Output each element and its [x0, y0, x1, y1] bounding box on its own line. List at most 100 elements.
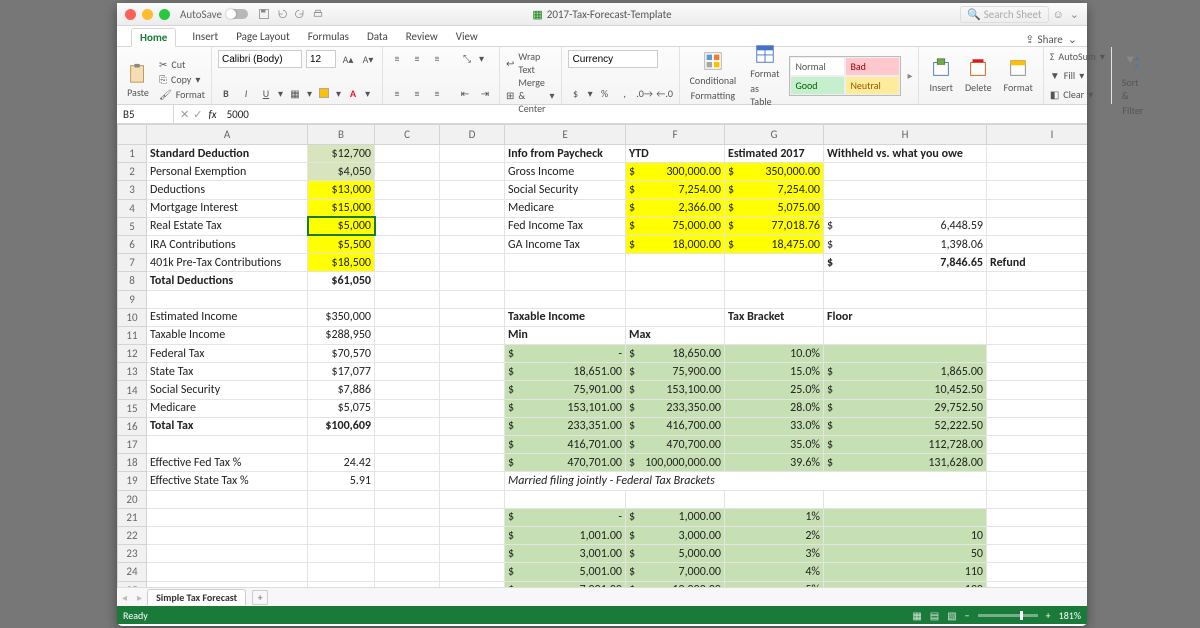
cell-B15[interactable]: $5,075	[308, 399, 375, 417]
cell-E20[interactable]	[505, 490, 626, 508]
search-sheet[interactable]: 🔍 Search Sheet	[960, 6, 1049, 23]
cell-E1[interactable]: Info from Paycheck	[505, 145, 626, 163]
share-button[interactable]: ⇪Share⌄	[1025, 33, 1077, 46]
cell-G13[interactable]: 15.0%	[725, 363, 824, 381]
cell-G11[interactable]	[725, 326, 824, 344]
cell-F3[interactable]: $7,254.00	[626, 181, 725, 199]
align-middle-icon[interactable]: ≡	[409, 50, 425, 66]
row-header-17[interactable]: 17	[118, 436, 147, 454]
cell-A12[interactable]: Federal Tax	[147, 345, 308, 363]
cell-D1[interactable]	[440, 145, 505, 163]
tab-view[interactable]: View	[454, 27, 480, 46]
cell-B24[interactable]	[308, 563, 375, 581]
cell-H22[interactable]: 10	[824, 526, 987, 544]
cell-E4[interactable]: Medicare	[505, 199, 626, 217]
cell-I24[interactable]	[987, 563, 1088, 581]
cell-E24[interactable]: $5,001.00	[505, 563, 626, 581]
feedback-icon[interactable]: ☺	[1053, 8, 1064, 21]
cell-B17[interactable]	[308, 436, 375, 454]
cell-F6[interactable]: $18,000.00	[626, 235, 725, 253]
copy-button[interactable]: ⎘Copy▾	[159, 73, 205, 86]
bold-button[interactable]: B	[218, 85, 234, 101]
cell-G7[interactable]	[725, 254, 824, 272]
cell-A11[interactable]: Taxable Income	[147, 326, 308, 344]
cell-H12[interactable]	[824, 345, 987, 363]
cell-H8[interactable]	[824, 272, 987, 290]
cell-H15[interactable]: $29,752.50	[824, 399, 987, 417]
row-header-13[interactable]: 13	[118, 363, 147, 381]
cell-F23[interactable]: $5,000.00	[626, 545, 725, 563]
sort-filter-button[interactable]: AZ Sort &Filter	[1118, 50, 1148, 119]
cell-F12[interactable]: $18,650.00	[626, 345, 725, 363]
cell-G17[interactable]: 35.0%	[725, 436, 824, 454]
cell-D18[interactable]	[440, 454, 505, 472]
select-all-corner[interactable]	[118, 125, 147, 145]
cell-E18[interactable]: $470,701.00	[505, 454, 626, 472]
row-header-10[interactable]: 10	[118, 308, 147, 326]
tab-review[interactable]: Review	[404, 27, 440, 46]
row-header-16[interactable]: 16	[118, 417, 147, 435]
cell-A16[interactable]: Total Tax	[147, 417, 308, 435]
window-close[interactable]	[125, 9, 136, 20]
cell-G3[interactable]: $7,254.00	[725, 181, 824, 199]
format-cells-button[interactable]: Format	[1000, 55, 1037, 96]
cancel-formula-icon[interactable]: ✕	[180, 108, 189, 121]
cell-C25[interactable]	[375, 581, 440, 587]
border-button[interactable]: ▦	[287, 85, 303, 101]
cell-C13[interactable]	[375, 363, 440, 381]
cell-F25[interactable]: $10,000.00	[626, 581, 725, 587]
cell-B14[interactable]: $7,886	[308, 381, 375, 399]
cell-A21[interactable]	[147, 508, 308, 526]
tab-formulas[interactable]: Formulas	[306, 27, 351, 46]
cell-E21[interactable]: $-	[505, 508, 626, 526]
cell-C17[interactable]	[375, 436, 440, 454]
cell-C24[interactable]	[375, 563, 440, 581]
cell-G8[interactable]	[725, 272, 824, 290]
cell-C3[interactable]	[375, 181, 440, 199]
cell-A6[interactable]: IRA Contributions	[147, 235, 308, 253]
cell-B1[interactable]: $12,700	[308, 145, 375, 163]
row-header-7[interactable]: 7	[118, 254, 147, 272]
cell-C19[interactable]	[375, 472, 440, 490]
cell-I10[interactable]	[987, 308, 1088, 326]
name-box[interactable]: B5	[117, 105, 174, 123]
zoom-in-button[interactable]: +	[1046, 609, 1051, 622]
cell-F24[interactable]: $7,000.00	[626, 563, 725, 581]
cell-C11[interactable]	[375, 326, 440, 344]
cell-D3[interactable]	[440, 181, 505, 199]
cell-I18[interactable]	[987, 454, 1088, 472]
fill-color-button[interactable]	[316, 85, 332, 101]
cell-I11[interactable]	[987, 326, 1088, 344]
cell-I12[interactable]	[987, 345, 1088, 363]
cell-E9[interactable]	[505, 290, 626, 308]
cell-F8[interactable]	[626, 272, 725, 290]
fx-icon[interactable]: fx	[208, 108, 216, 121]
qat-undo-icon[interactable]	[276, 8, 288, 20]
col-header-D[interactable]: D	[440, 125, 505, 145]
cell-A3[interactable]: Deductions	[147, 181, 308, 199]
cell-C12[interactable]	[375, 345, 440, 363]
cell-F22[interactable]: $3,000.00	[626, 526, 725, 544]
cell-H6[interactable]: $1,398.06	[824, 235, 987, 253]
format-as-table-button[interactable]: Formatas Table	[746, 41, 783, 110]
cell-C14[interactable]	[375, 381, 440, 399]
cell-D21[interactable]	[440, 508, 505, 526]
row-header-4[interactable]: 4	[118, 199, 147, 217]
cell-F2[interactable]: $300,000.00	[626, 163, 725, 181]
cell-F7[interactable]	[626, 254, 725, 272]
cell-B11[interactable]: $288,950	[308, 326, 375, 344]
cell-D16[interactable]	[440, 417, 505, 435]
tab-home[interactable]: Home	[131, 28, 176, 47]
cell-F10[interactable]	[626, 308, 725, 326]
cell-A7[interactable]: 401k Pre-Tax Contributions	[147, 254, 308, 272]
cell-G1[interactable]: Estimated 2017	[725, 145, 824, 163]
cell-B12[interactable]: $70,570	[308, 345, 375, 363]
row-header-20[interactable]: 20	[118, 490, 147, 508]
cell-H24[interactable]: 110	[824, 563, 987, 581]
cell-F4[interactable]: $2,366.00	[626, 199, 725, 217]
cell-C9[interactable]	[375, 290, 440, 308]
italic-button[interactable]: I	[238, 85, 254, 101]
cell-A25[interactable]	[147, 581, 308, 587]
align-left-icon[interactable]: ≡	[389, 85, 405, 101]
cell-H5[interactable]: $6,448.59	[824, 217, 987, 235]
